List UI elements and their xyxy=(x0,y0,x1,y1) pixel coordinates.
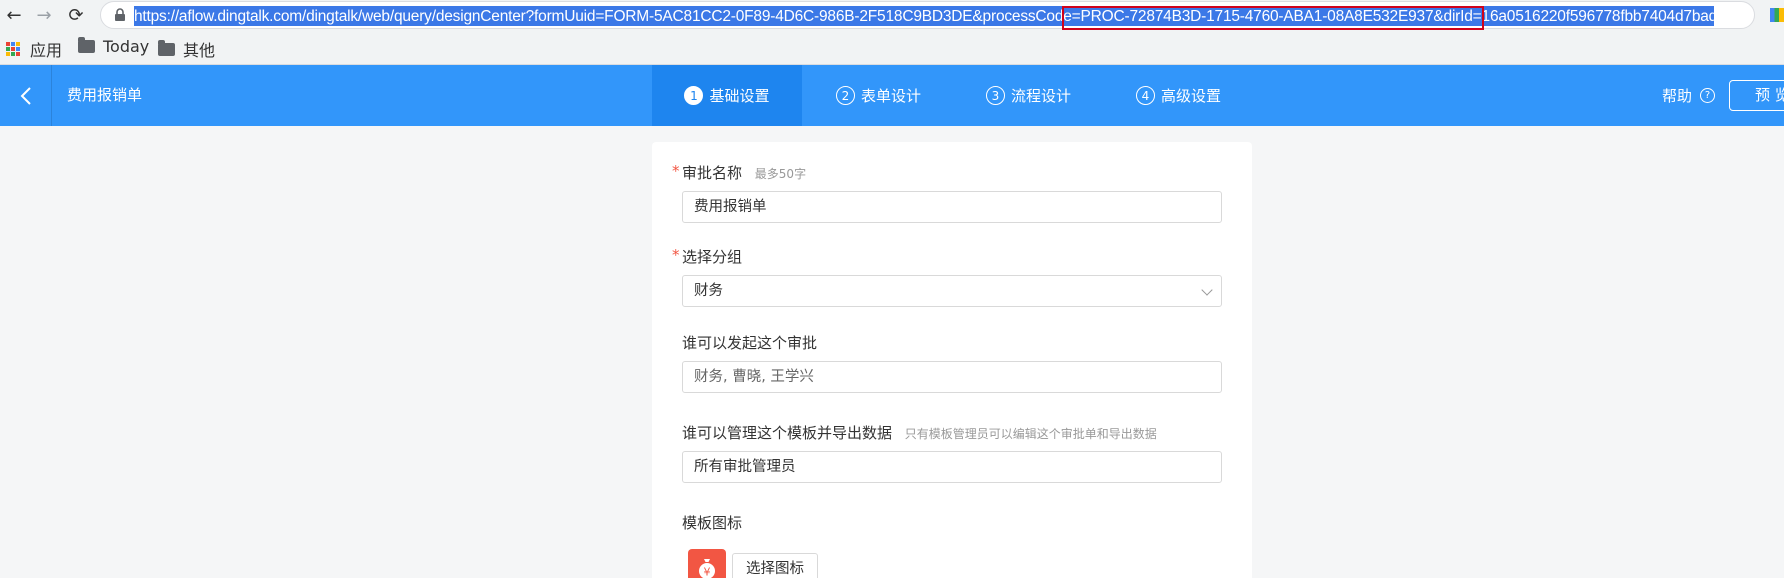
money-bag-icon: ¥ xyxy=(688,549,726,578)
step-number: 3 xyxy=(986,86,1005,105)
bookmark-label: Today xyxy=(103,37,150,56)
forward-arrow-icon[interactable]: → xyxy=(32,3,56,27)
tab-process-design[interactable]: 3 流程设计 xyxy=(986,65,1071,126)
initiator-input[interactable]: 财务, 曹晓, 王学兴 xyxy=(682,361,1222,393)
process-code-highlight-box xyxy=(1062,6,1484,30)
extension-icon[interactable] xyxy=(1770,8,1784,22)
app-header: 费用报销单 1 基础设置 2 表单设计 3 流程设计 4 高级设置 帮助 ? 预… xyxy=(0,65,1784,126)
help-link[interactable]: 帮助 ? xyxy=(1662,65,1716,126)
required-mark: * xyxy=(672,246,680,264)
choose-icon-button[interactable]: 选择图标 xyxy=(732,553,818,578)
svg-text:¥: ¥ xyxy=(704,566,711,578)
apps-grid-icon xyxy=(6,42,20,56)
required-mark: * xyxy=(672,162,680,180)
basic-settings-form: * 审批名称 最多50字 费用报销单 * 选择分组 财务 谁可以发起这个审批 财… xyxy=(652,142,1252,578)
back-button[interactable] xyxy=(0,65,52,126)
manager-label: 谁可以管理这个模板并导出数据 只有模板管理员可以编辑这个审批单和导出数据 xyxy=(682,424,1157,442)
step-label: 流程设计 xyxy=(1011,87,1072,105)
folder-icon xyxy=(78,37,95,53)
initiator-label: 谁可以发起这个审批 xyxy=(682,334,818,352)
preview-button[interactable]: 预 览 xyxy=(1729,80,1784,111)
browser-toolbar: ← → ⟳ https://aflow.dingtalk.com/dingtal… xyxy=(0,0,1784,30)
tab-advanced-settings[interactable]: 4 高级设置 xyxy=(1136,65,1221,126)
manager-hint: 只有模板管理员可以编辑这个审批单和导出数据 xyxy=(904,427,1157,441)
bookmarks-bar: 应用 Today 其他 xyxy=(0,30,1784,65)
question-icon: ? xyxy=(1700,88,1716,103)
lock-icon xyxy=(115,8,125,21)
chevron-left-icon xyxy=(20,86,31,105)
approval-name-hint: 最多50字 xyxy=(754,167,807,181)
step-number: 4 xyxy=(1136,86,1155,105)
bookmark-today[interactable]: Today xyxy=(78,37,149,56)
tab-basic-settings[interactable]: 1 基础设置 xyxy=(652,65,802,126)
group-select-value: 财务 xyxy=(694,283,723,299)
step-number: 1 xyxy=(684,86,704,105)
bookmark-label: 其他 xyxy=(183,41,216,60)
step-number: 2 xyxy=(836,86,855,105)
reload-icon[interactable]: ⟳ xyxy=(64,3,88,27)
manager-input[interactable]: 所有审批管理员 xyxy=(682,451,1222,483)
step-label: 基础设置 xyxy=(709,87,770,105)
group-select[interactable]: 财务 xyxy=(682,275,1222,307)
bookmark-apps[interactable]: 应用 xyxy=(6,37,62,61)
bookmark-other[interactable]: 其他 xyxy=(158,37,215,61)
step-label: 表单设计 xyxy=(861,87,922,105)
address-bar[interactable]: https://aflow.dingtalk.com/dingtalk/web/… xyxy=(100,1,1755,30)
bookmark-label: 应用 xyxy=(30,41,63,60)
tab-form-design[interactable]: 2 表单设计 xyxy=(836,65,921,126)
approval-name-label: * 审批名称 最多50字 xyxy=(672,162,807,182)
step-label: 高级设置 xyxy=(1161,87,1222,105)
approval-name-input[interactable]: 费用报销单 xyxy=(682,191,1222,223)
chevron-down-icon xyxy=(1201,284,1213,296)
help-label: 帮助 xyxy=(1662,87,1693,105)
page-title: 费用报销单 xyxy=(67,86,143,104)
template-icon-label: 模板图标 xyxy=(682,514,743,532)
group-label: * 选择分组 xyxy=(672,246,743,266)
folder-icon xyxy=(158,39,175,56)
back-arrow-icon[interactable]: ← xyxy=(2,3,26,27)
